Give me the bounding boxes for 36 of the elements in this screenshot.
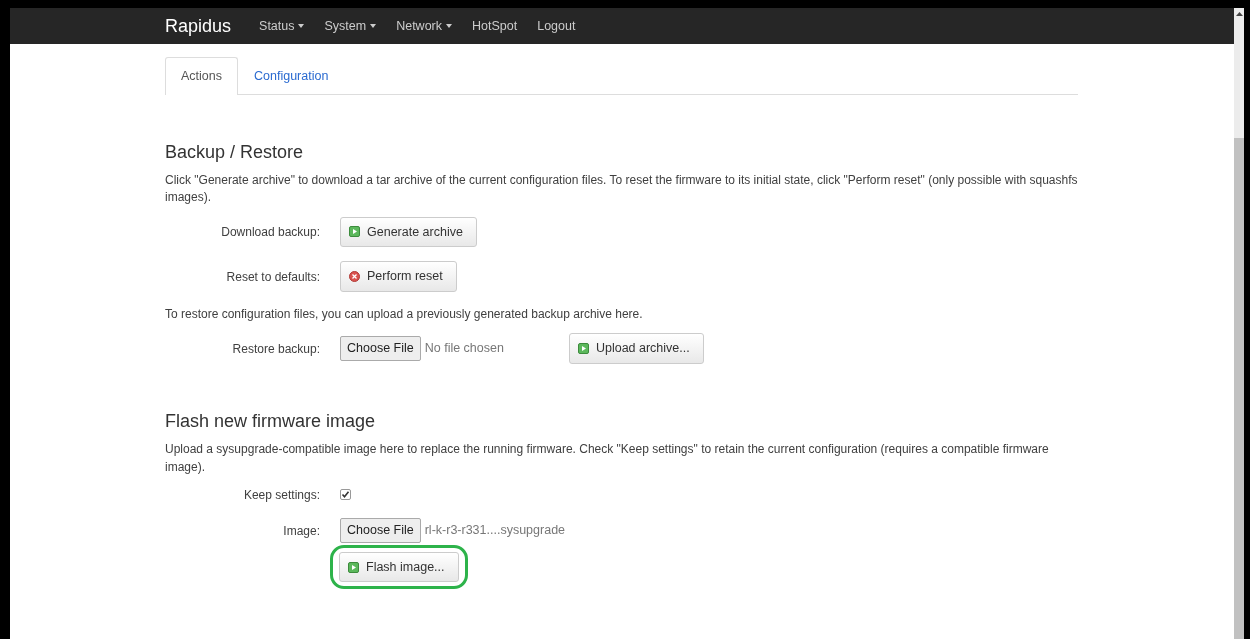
nav-menu-item[interactable]: Logout (527, 16, 586, 36)
nav-menu-item[interactable]: Network (386, 16, 462, 36)
file-name: rl-k-r3-r331....sysupgrade (424, 521, 566, 539)
field-label: Keep settings: (242, 486, 321, 504)
checkbox[interactable] (340, 489, 351, 501)
brand-name[interactable]: Rapidus (165, 12, 232, 40)
scroll-up-icon[interactable] (1235, 12, 1243, 16)
caret-icon (446, 24, 452, 29)
field-label: Reset to defaults: (225, 268, 321, 286)
description-text: To restore configuration files, you can upload a previously generated backup archive here. (165, 306, 644, 324)
action-button[interactable]: Perform reset (340, 261, 457, 293)
nav-menu-item[interactable]: HotSpot (462, 16, 528, 36)
play-icon (349, 226, 360, 238)
choose-file-button[interactable]: Choose File (340, 336, 421, 362)
field-label: Image: (282, 522, 321, 540)
tab[interactable]: Actions (165, 57, 238, 95)
tab[interactable]: Configuration (238, 57, 345, 95)
scrollbar[interactable] (1234, 8, 1244, 639)
section-title: Backup / Restore (165, 140, 305, 164)
field-label: Restore backup: (231, 340, 321, 358)
description-text: Upload a sysupgrade-compatible image here to replace the running firmware. Check "Keep settings" to retain the current configuration (requires a compatible firmware image). (165, 441, 1050, 476)
action-button[interactable]: Upload archive... (568, 333, 704, 365)
cancel-icon (349, 271, 360, 283)
file-name: No file chosen (424, 340, 504, 358)
action-button[interactable]: Generate archive (340, 216, 477, 248)
nav-menu-item[interactable]: System (314, 16, 387, 36)
play-icon (577, 343, 589, 355)
play-icon (348, 561, 359, 573)
action-button[interactable]: Flash image... (339, 551, 459, 583)
choose-file-button[interactable]: Choose File (340, 517, 421, 543)
nav-menu-item[interactable]: Status (249, 16, 315, 36)
caret-icon (370, 24, 377, 29)
description-text: Click "Generate archive" to download a tar archive of the current configuration files. To reset the firmware to its initial state, click "Perform reset" (only possible with squashfs images). (165, 171, 1078, 207)
caret-icon (298, 24, 305, 29)
section-title: Flash new firmware image (165, 410, 377, 434)
field-label: Download backup: (220, 223, 321, 241)
